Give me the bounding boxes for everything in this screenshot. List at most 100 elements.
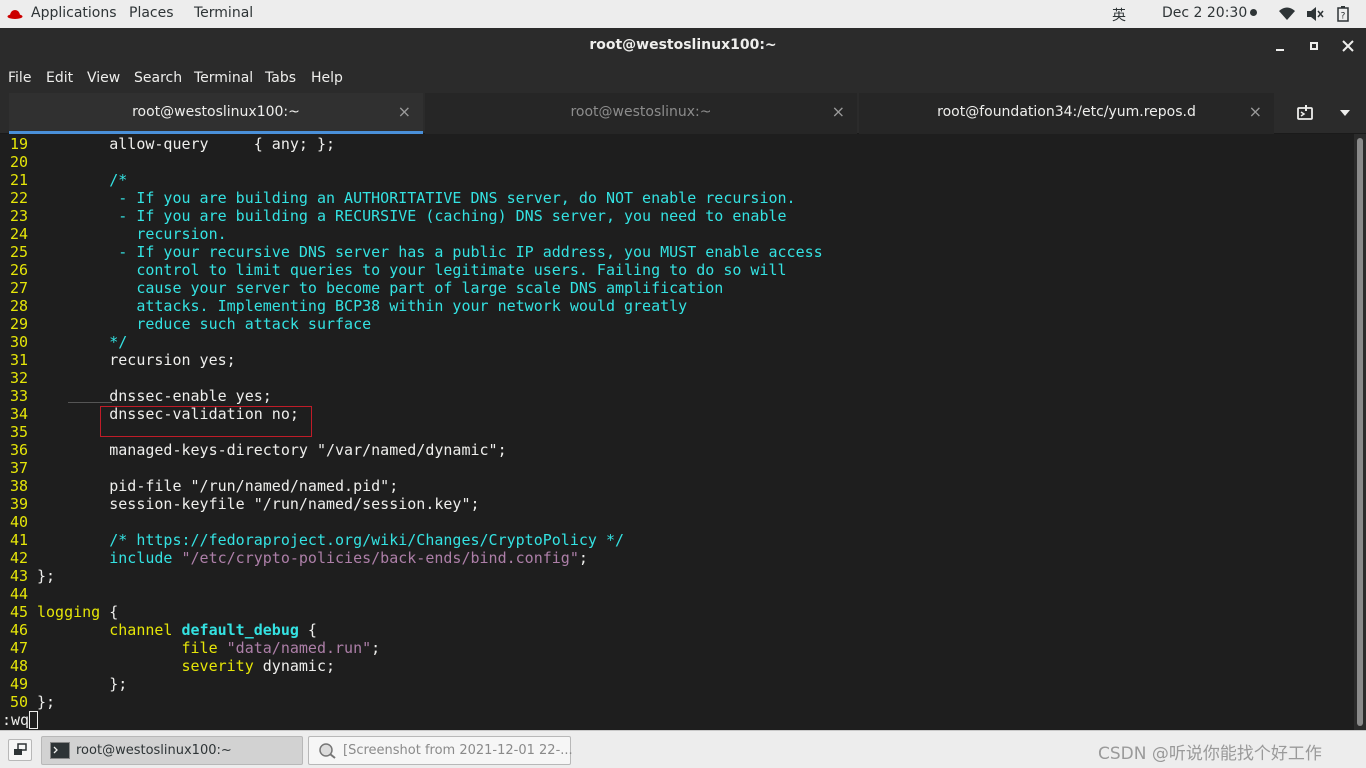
line-number: 34 [10, 405, 29, 423]
line-number: 19 [10, 135, 29, 153]
terminal-line: 50}; [0, 693, 55, 711]
tab-foundation34[interactable]: root@foundation34:/etc/yum.repos.d × [859, 93, 1274, 134]
code-text: ; [578, 549, 588, 567]
tab-menu-dropdown-icon[interactable] [1339, 109, 1351, 117]
terminal-line: 27 cause your server to become part of l… [0, 279, 723, 297]
menu-help[interactable]: Help [311, 70, 343, 86]
show-desktop-icon [14, 743, 27, 755]
wifi-icon[interactable] [1278, 6, 1296, 22]
command-text: :wq [2, 711, 30, 729]
terminal-line: 20 [0, 153, 37, 171]
terminal-line: 43}; [0, 567, 55, 585]
tab-bar: root@westoslinux100:~ × root@westoslinux… [0, 93, 1366, 134]
taskbar-item-screenshot[interactable]: [Screenshot from 2021-12-01 22-... [308, 736, 573, 765]
code-text: severity [181, 657, 254, 675]
code-text: { [100, 603, 119, 621]
csdn-watermark: CSDN @听说你能找个好工作 [1098, 744, 1322, 764]
code-text: reduce such attack surface [37, 315, 372, 333]
menu-tabs[interactable]: Tabs [265, 70, 296, 86]
terminal-content[interactable]: 19 allow-query { any; }; 20 21 /* 22 - If y… [0, 134, 1354, 730]
line-number: 30 [10, 333, 29, 351]
window-titlebar[interactable]: root@westoslinux100:~ [0, 28, 1366, 64]
code-text: include [109, 549, 173, 567]
menu-view[interactable]: View [87, 70, 120, 86]
menu-terminal[interactable]: Terminal [194, 70, 253, 86]
line-number: 43 [10, 567, 29, 585]
menu-search[interactable]: Search [134, 70, 182, 86]
tab-close-button[interactable]: × [832, 102, 845, 121]
battery-unknown-icon[interactable]: ? [1336, 6, 1350, 22]
line-number: 26 [10, 261, 29, 279]
clock[interactable]: Dec 2 20:30 [1162, 5, 1258, 21]
terminal-line: 32 [0, 369, 37, 387]
terminal-line: 49 }; [0, 675, 127, 693]
terminal-scrollbar[interactable] [1354, 134, 1366, 730]
line-number: 29 [10, 315, 29, 333]
code-text: allow-query { any; }; [37, 135, 336, 153]
terminal-line: 44 [0, 585, 37, 603]
new-tab-icon[interactable] [1296, 105, 1316, 123]
line-number: 41 [10, 531, 29, 549]
close-window-button[interactable] [1338, 36, 1358, 56]
code-text: /* [37, 171, 128, 189]
tab-label: root@westoslinux:~ [570, 104, 712, 120]
line-number: 35 [10, 423, 29, 441]
window-title: root@westoslinux100:~ [589, 37, 777, 53]
tab-close-button[interactable]: × [398, 102, 411, 121]
code-text: recursion. [37, 225, 227, 243]
applications-menu[interactable]: Applications [31, 5, 117, 21]
code-text: channel [109, 621, 173, 639]
tab-close-button[interactable]: × [1249, 102, 1262, 121]
terminal-line: 35 [0, 423, 37, 441]
tab-westoslinux[interactable]: root@westoslinux:~ × [425, 93, 857, 134]
terminal-line: 40 [0, 513, 37, 531]
code-text: /* https://fedoraproject.org/wiki/Change… [37, 531, 624, 549]
code-text: }; [37, 567, 56, 585]
minimize-button[interactable] [1270, 36, 1290, 56]
code-text: pid-file "/run/named/named.pid"; [37, 477, 399, 495]
code-text: default_debug [181, 621, 299, 639]
line-number: 21 [10, 171, 29, 189]
code-text: }; [37, 693, 56, 711]
line-number: 25 [10, 243, 29, 261]
code-text: managed-keys-directory "/var/named/dynam… [37, 441, 507, 459]
terminal-line: 47 file "data/named.run"; [0, 639, 380, 657]
maximize-button[interactable] [1304, 36, 1324, 56]
terminal-line: 46 channel default_debug { [0, 621, 317, 639]
menu-edit[interactable]: Edit [46, 70, 73, 86]
places-menu[interactable]: Places [129, 5, 174, 21]
line-number: 49 [10, 675, 29, 693]
taskbar-item-label: root@westoslinux100:~ [76, 743, 232, 758]
terminal-line: 29 reduce such attack surface [0, 315, 371, 333]
code-text: - If you are building an AUTHORITATIVE D… [37, 189, 796, 207]
svg-text:?: ? [1341, 12, 1346, 22]
volume-muted-icon[interactable] [1306, 6, 1324, 22]
tab-westoslinux100[interactable]: root@westoslinux100:~ × [9, 93, 423, 134]
code-text: session-keyfile "/run/named/session.key"… [37, 495, 480, 513]
line-number: 46 [10, 621, 29, 639]
code-text: control to limit queries to your legitim… [37, 261, 787, 279]
tab-label: root@westoslinux100:~ [132, 104, 300, 120]
notification-dot-icon [1250, 9, 1258, 16]
terminal-line: 19 allow-query { any; }; [0, 135, 335, 153]
input-method-indicator[interactable]: 英 [1112, 5, 1126, 25]
code-text: logging [37, 603, 101, 621]
code-text: - If you are building a RECURSIVE (cachi… [37, 207, 787, 225]
menu-file[interactable]: File [8, 70, 31, 86]
code-text: file [181, 639, 218, 657]
scrollbar-thumb[interactable] [1357, 138, 1363, 726]
terminal-app-menu[interactable]: Terminal [194, 5, 253, 21]
vim-command-line[interactable]: :wq [2, 711, 39, 729]
code-text: ; [371, 639, 381, 657]
line-number: 33 [10, 387, 29, 405]
show-desktop-button[interactable] [8, 739, 32, 761]
line-number: 32 [10, 369, 29, 387]
terminal-line: 41 /* https://fedoraproject.org/wiki/Cha… [0, 531, 624, 549]
line-number: 45 [10, 603, 29, 621]
taskbar-item-label: [Screenshot from 2021-12-01 22-... [343, 743, 573, 758]
code-text: "/etc/crypto-policies/back-ends/bind.con… [181, 549, 579, 567]
taskbar-item-terminal[interactable]: root@westoslinux100:~ [41, 736, 303, 765]
